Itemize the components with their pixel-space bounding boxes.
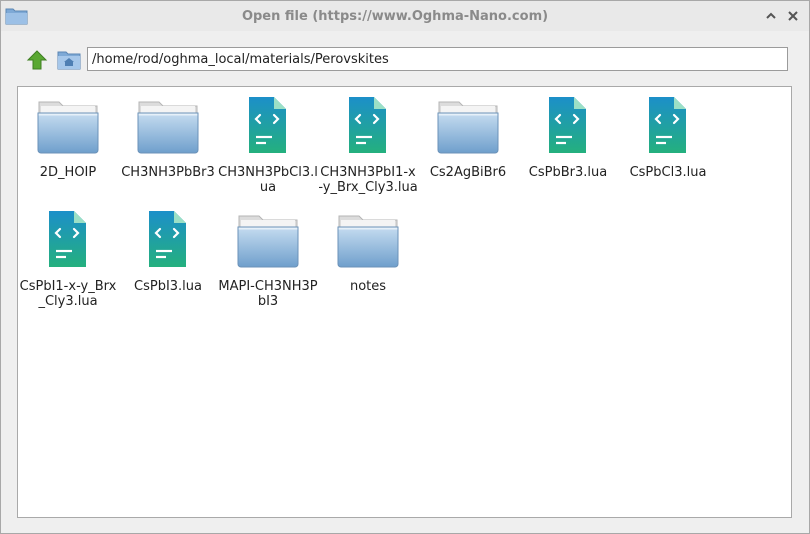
- folder-icon: [36, 93, 100, 157]
- file-item[interactable]: CsPbI3.lua: [118, 207, 218, 311]
- file-item[interactable]: CsPbI1-x-y_Brx_Cly3.lua: [18, 207, 118, 311]
- home-folder-icon: [57, 51, 81, 70]
- file-name-label: CsPbI1-x-y_Brx_Cly3.lua: [19, 279, 117, 309]
- toolbar: [1, 32, 809, 84]
- file-item[interactable]: CH3NH3PbI1-x-y_Brx_Cly3.lua: [318, 93, 418, 197]
- folder-icon: [136, 93, 200, 157]
- lua-file-icon: [136, 207, 200, 271]
- file-name-label: notes: [349, 279, 387, 294]
- file-name-label: MAPI-CH3NH3PbI3: [218, 279, 318, 309]
- file-name-label: CsPbCl3.lua: [629, 165, 707, 180]
- close-button[interactable]: [785, 8, 801, 24]
- file-item[interactable]: CH3NH3PbCl3.lua: [218, 93, 318, 197]
- open-file-window: Open file (https://www.Oghma-Nano.com) /…: [0, 0, 810, 534]
- title-bar[interactable]: Open file (https://www.Oghma-Nano.com): [1, 1, 809, 31]
- folder-item[interactable]: notes: [318, 207, 418, 311]
- file-list[interactable]: 2D_HOIP CH3NH3PbBr3 CH3NH3PbCl3.lua CH3N…: [17, 86, 792, 518]
- folder-icon: [236, 207, 300, 271]
- file-name-label: CsPbI3.lua: [134, 279, 202, 294]
- path-input[interactable]: [87, 47, 788, 71]
- lua-file-icon: [36, 207, 100, 271]
- file-item[interactable]: CsPbCl3.lua: [618, 93, 718, 197]
- file-name-label: CH3NH3PbI1-x-y_Brx_Cly3.lua: [318, 165, 418, 195]
- chevron-up-icon: [766, 12, 776, 19]
- lua-file-icon: [236, 93, 300, 157]
- lua-file-icon: [536, 93, 600, 157]
- lua-file-icon: [636, 93, 700, 157]
- folder-item[interactable]: 2D_HOIP: [18, 93, 118, 197]
- folder-item[interactable]: CH3NH3PbBr3: [118, 93, 218, 197]
- folder-item[interactable]: MAPI-CH3NH3PbI3: [218, 207, 318, 311]
- file-item[interactable]: CsPbBr3.lua: [518, 93, 618, 197]
- folder-icon: [336, 207, 400, 271]
- up-button[interactable]: [24, 47, 50, 73]
- minimize-button[interactable]: [763, 8, 779, 24]
- file-name-label: CH3NH3PbCl3.lua: [218, 165, 318, 195]
- folder-item[interactable]: Cs2AgBiBr6: [418, 93, 518, 197]
- file-name-label: CH3NH3PbBr3: [121, 165, 215, 180]
- file-name-label: CsPbBr3.lua: [528, 165, 608, 180]
- lua-file-icon: [336, 93, 400, 157]
- close-icon: [788, 11, 798, 21]
- file-name-label: Cs2AgBiBr6: [429, 165, 507, 180]
- home-button[interactable]: [56, 47, 82, 73]
- up-arrow-icon: [26, 50, 48, 70]
- folder-icon: [436, 93, 500, 157]
- file-name-label: 2D_HOIP: [39, 165, 97, 180]
- window-title: Open file (https://www.Oghma-Nano.com): [241, 9, 549, 24]
